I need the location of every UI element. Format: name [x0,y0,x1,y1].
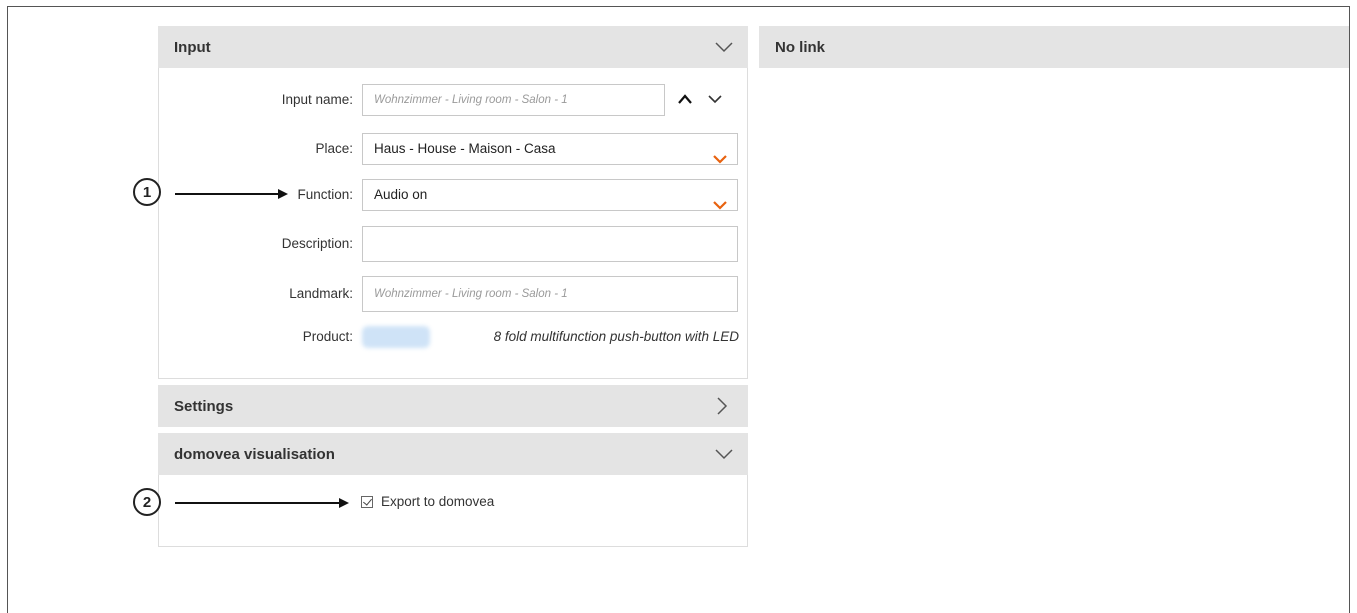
reorder-controls [677,92,725,106]
place-label: Place: [315,141,353,156]
annotation-arrow-1 [175,189,288,199]
place-select[interactable]: Haus - House - Maison - Casa [362,133,738,165]
chevron-right-icon[interactable] [716,396,728,416]
input-panel-body: Input name: Wohnzimmer - Living room - S… [158,68,748,379]
input-panel-header[interactable]: Input [158,26,748,68]
export-label: Export to domovea [381,494,495,509]
landmark-row: Landmark: Wohnzimmer - Living room - Sal… [159,276,749,312]
description-field[interactable] [362,226,738,262]
chevron-up-icon[interactable] [677,92,693,106]
annotation-badge-1: 1 [133,178,161,206]
input-name-field[interactable]: Wohnzimmer - Living room - Salon - 1 [362,84,665,116]
product-reference-blurred [362,326,430,348]
settings-panel-header[interactable]: Settings [158,385,748,427]
input-panel-title: Input [174,38,211,56]
chevron-down-icon[interactable] [714,41,734,53]
function-select[interactable]: Audio on [362,179,738,211]
export-checkbox[interactable] [361,495,373,508]
input-name-label: Input name: [281,92,353,107]
product-label: Product: [302,329,353,344]
link-panel-header: No link [759,26,1349,68]
visualisation-panel-body [158,475,748,547]
chevron-down-icon[interactable] [714,448,734,460]
function-label: Function: [297,187,353,202]
landmark-label: Landmark: [289,286,353,301]
chevron-down-icon[interactable] [707,92,723,106]
settings-panel-title: Settings [174,397,234,415]
annotation-arrow-2 [175,498,349,508]
dropdown-arrow-icon [713,145,727,164]
product-row: Product: 8 fold multifunction push-butto… [159,321,749,353]
description-label: Description: [281,236,353,251]
dropdown-arrow-icon [713,191,727,210]
product-description: 8 fold multifunction push-button with LE… [493,329,739,344]
input-name-row: Input name: Wohnzimmer - Living room - S… [159,84,749,116]
description-row: Description: [159,226,749,262]
link-panel-title: No link [775,38,826,56]
place-row: Place: Haus - House - Maison - Casa [159,133,749,165]
landmark-field[interactable]: Wohnzimmer - Living room - Salon - 1 [362,276,738,312]
place-value: Haus - House - Maison - Casa [374,141,556,156]
function-value: Audio on [374,187,428,202]
visualisation-panel-header[interactable]: domovea visualisation [158,433,748,475]
visualisation-panel-title: domovea visualisation [174,445,335,463]
export-checkbox-row[interactable]: Export to domovea [361,494,494,509]
annotation-badge-2: 2 [133,488,161,516]
function-row: Function: Audio on [159,179,749,211]
